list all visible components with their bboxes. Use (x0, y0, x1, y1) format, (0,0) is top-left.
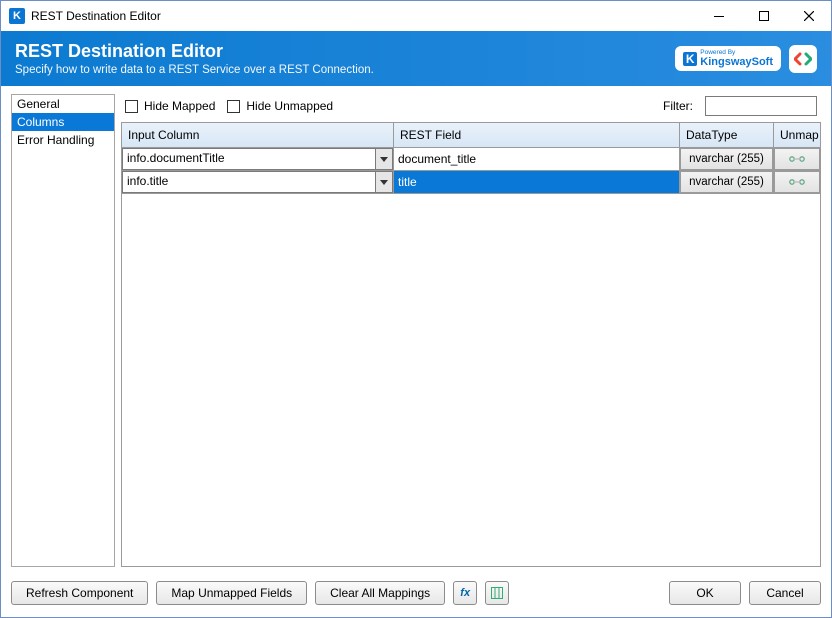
columns-icon (491, 587, 503, 599)
input-column-combo[interactable]: info.title (122, 171, 393, 193)
header-title: REST Destination Editor (15, 41, 374, 62)
col-header-rest[interactable]: REST Field (394, 123, 680, 147)
checkbox-box-icon (227, 100, 240, 113)
product-icon (789, 45, 817, 73)
ok-button[interactable]: OK (669, 581, 741, 605)
mapping-grid: Input Column REST Field DataType Unmap i… (121, 122, 821, 567)
fx-icon: fx (460, 587, 470, 599)
col-header-unmap[interactable]: Unmap (774, 123, 820, 147)
maximize-button[interactable] (741, 1, 786, 31)
refresh-component-button[interactable]: Refresh Component (11, 581, 148, 605)
unlink-icon (789, 154, 805, 164)
sidebar-item-general[interactable]: General (12, 95, 114, 113)
datatype-button[interactable]: nvarchar (255) (680, 171, 773, 193)
col-header-datatype[interactable]: DataType (680, 123, 774, 147)
hide-mapped-checkbox[interactable]: Hide Mapped (125, 99, 215, 113)
main-area: General Columns Error Handling Hide Mapp… (1, 86, 831, 573)
window-buttons (696, 1, 831, 31)
input-column-value: info.documentTitle (123, 149, 375, 169)
grid-header: Input Column REST Field DataType Unmap (122, 123, 820, 148)
input-column-combo[interactable]: info.documentTitle (122, 148, 393, 170)
table-row[interactable]: info.documentTitle document_title nvarch… (122, 148, 820, 171)
sidebar-item-error-handling[interactable]: Error Handling (12, 131, 114, 149)
datatype-button[interactable]: nvarchar (255) (680, 148, 773, 170)
rest-field-value: title (394, 171, 680, 193)
header-text: REST Destination Editor Specify how to w… (15, 41, 374, 76)
filter-label: Filter: (663, 99, 693, 113)
right-pane: Hide Mapped Hide Unmapped Filter: Input … (121, 94, 821, 567)
toolbar: Hide Mapped Hide Unmapped Filter: (121, 94, 821, 122)
fx-button[interactable]: fx (453, 581, 477, 605)
brand-label: KingswaySoft (700, 57, 773, 68)
sidebar-item-columns[interactable]: Columns (12, 113, 114, 131)
hide-unmapped-checkbox[interactable]: Hide Unmapped (227, 99, 333, 113)
rest-field-value: document_title (394, 148, 680, 170)
unmap-button[interactable] (774, 148, 820, 170)
minimize-button[interactable] (696, 1, 741, 31)
header-subtitle: Specify how to write data to a REST Serv… (15, 64, 374, 76)
checkbox-box-icon (125, 100, 138, 113)
hide-mapped-label: Hide Mapped (144, 99, 215, 113)
sidebar: General Columns Error Handling (11, 94, 115, 567)
columns-tool-button[interactable] (485, 581, 509, 605)
chevron-down-icon[interactable] (375, 149, 392, 169)
col-header-input[interactable]: Input Column (122, 123, 394, 147)
window-title: REST Destination Editor (31, 9, 696, 23)
input-column-value: info.title (123, 172, 375, 192)
unmap-button[interactable] (774, 171, 820, 193)
bottom-bar: Refresh Component Map Unmapped Fields Cl… (1, 573, 831, 617)
chevron-down-icon[interactable] (375, 172, 392, 192)
filter-input[interactable] (705, 96, 817, 116)
kingswaysoft-logo: K Powered By KingswaySoft (675, 46, 781, 71)
logo-area: K Powered By KingswaySoft (675, 45, 817, 73)
table-row[interactable]: info.title title nvarchar (255) (122, 171, 820, 194)
app-icon: K (9, 8, 25, 24)
unlink-icon (789, 177, 805, 187)
clear-all-mappings-button[interactable]: Clear All Mappings (315, 581, 445, 605)
header-band: REST Destination Editor Specify how to w… (1, 31, 831, 86)
cancel-button[interactable]: Cancel (749, 581, 821, 605)
map-unmapped-fields-button[interactable]: Map Unmapped Fields (156, 581, 307, 605)
titlebar: K REST Destination Editor (1, 1, 831, 31)
close-button[interactable] (786, 1, 831, 31)
hide-unmapped-label: Hide Unmapped (246, 99, 333, 113)
